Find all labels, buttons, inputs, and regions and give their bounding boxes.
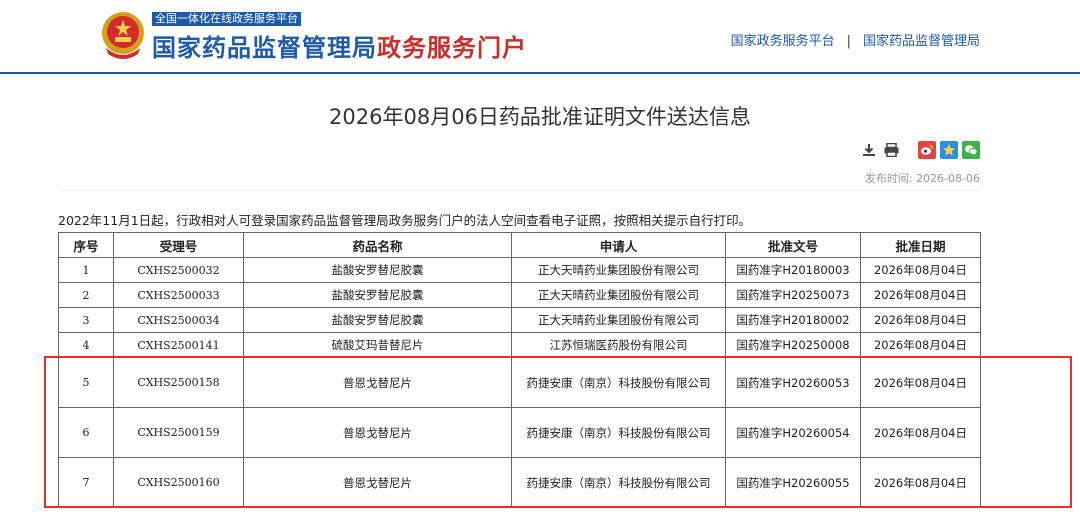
cell-approval-date: 2026年08月04日: [860, 357, 981, 408]
approval-table: 序号 受理号 药品名称 申请人 批准文号 批准日期 1 CXHS2500032 …: [58, 232, 981, 508]
table-row: 3 CXHS2500034 盐酸安罗替尼胶囊 正大天晴药业集团股份有限公司 国药…: [58, 307, 981, 333]
site-header: 全国一体化在线政务服务平台 国家药品监督管理局政务服务门户 国家政务服务平台 | 国…: [0, 0, 1080, 74]
cell-acceptance-no: CXHS2500160: [113, 457, 244, 508]
cell-acceptance-no: CXHS2500034: [113, 307, 244, 333]
cell-acceptance-no: CXHS2500158: [113, 357, 244, 408]
cell-approval-no: 国药准字H20260053: [725, 357, 861, 408]
header-applicant: 申请人: [511, 232, 726, 258]
table-row: 1 CXHS2500032 盐酸安罗替尼胶囊 正大天晴药业集团股份有限公司 国药…: [58, 257, 981, 283]
cell-approval-no: 国药准字H20260054: [725, 407, 861, 458]
cell-approval-no: 国药准字H20250073: [725, 282, 861, 308]
header-drug-name: 药品名称: [243, 232, 512, 258]
table-header-row: 序号 受理号 药品名称 申请人 批准文号 批准日期: [58, 232, 981, 258]
cell-approval-no: 国药准字H20180003: [725, 257, 861, 283]
cell-drug-name: 普恩戈替尼片: [243, 407, 512, 458]
cell-approval-no: 国药准字H20250008: [725, 332, 861, 358]
favorite-icon[interactable]: [940, 141, 958, 159]
cell-acceptance-no: CXHS2500141: [113, 332, 244, 358]
cell-index: 7: [58, 457, 114, 508]
notice-text: 2022年11月1日起，行政相对人可登录国家药品监督管理局政务服务门户的法人空间…: [58, 213, 752, 228]
cell-drug-name: 普恩戈替尼片: [243, 357, 512, 408]
table-row: 7 CXHS2500160 普恩戈替尼片 药捷安康（南京）科技股份有限公司 国药…: [58, 457, 981, 508]
cell-approval-date: 2026年08月04日: [860, 257, 981, 283]
cell-approval-no: 国药准字H20260055: [725, 457, 861, 508]
site-title-sub: 政务服务门户: [377, 34, 527, 62]
cell-applicant: 江苏恒瑞医药股份有限公司: [511, 332, 726, 358]
link-separator: |: [846, 34, 851, 49]
header-approval-no: 批准文号: [725, 232, 861, 258]
cell-index: 5: [58, 357, 114, 408]
cell-applicant: 药捷安康（南京）科技股份有限公司: [511, 357, 726, 408]
cell-drug-name: 硫酸艾玛昔替尼片: [243, 332, 512, 358]
cell-approval-date: 2026年08月04日: [860, 282, 981, 308]
cell-approval-date: 2026年08月04日: [860, 407, 981, 458]
link-gov-service-platform[interactable]: 国家政务服务平台: [731, 34, 835, 49]
cell-index: 4: [58, 332, 114, 358]
cell-acceptance-no: CXHS2500032: [113, 257, 244, 283]
cell-acceptance-no: CXHS2500033: [113, 282, 244, 308]
site-title[interactable]: 国家药品监督管理局政务服务门户: [152, 28, 527, 63]
cell-approval-date: 2026年08月04日: [860, 332, 981, 358]
article-tools: [860, 140, 980, 160]
divider: [60, 190, 980, 191]
cell-drug-name: 普恩戈替尼片: [243, 457, 512, 508]
cell-index: 3: [58, 307, 114, 333]
national-emblem-icon[interactable]: [100, 10, 146, 60]
header-acceptance-no: 受理号: [113, 232, 244, 258]
table-row: 4 CXHS2500141 硫酸艾玛昔替尼片 江苏恒瑞医药股份有限公司 国药准字…: [58, 332, 981, 358]
cell-approval-no: 国药准字H20180002: [725, 307, 861, 333]
cell-applicant: 药捷安康（南京）科技股份有限公司: [511, 407, 726, 458]
cell-applicant: 正大天晴药业集团股份有限公司: [511, 257, 726, 283]
publish-date-value: 2026-08-06: [916, 172, 980, 185]
wechat-icon[interactable]: [962, 141, 980, 159]
table-row: 5 CXHS2500158 普恩戈替尼片 药捷安康（南京）科技股份有限公司 国药…: [58, 357, 981, 408]
cell-index: 6: [58, 407, 114, 458]
page-title: 2026年08月06日药品批准证明文件送达信息: [329, 105, 751, 129]
cell-index: 2: [58, 282, 114, 308]
cell-drug-name: 盐酸安罗替尼胶囊: [243, 282, 512, 308]
cell-applicant: 正大天晴药业集团股份有限公司: [511, 282, 726, 308]
publish-date: 发布时间: 2026-08-06: [865, 170, 980, 186]
top-links: 国家政务服务平台 | 国家药品监督管理局: [731, 30, 980, 49]
cell-approval-date: 2026年08月04日: [860, 457, 981, 508]
download-icon[interactable]: [860, 141, 878, 159]
print-icon[interactable]: [882, 141, 900, 159]
cell-index: 1: [58, 257, 114, 283]
table-row: 2 CXHS2500033 盐酸安罗替尼胶囊 正大天晴药业集团股份有限公司 国药…: [58, 282, 981, 308]
cell-applicant: 正大天晴药业集团股份有限公司: [511, 307, 726, 333]
header-index: 序号: [58, 232, 114, 258]
cell-approval-date: 2026年08月04日: [860, 307, 981, 333]
site-title-main: 国家药品监督管理局: [152, 34, 377, 62]
cell-acceptance-no: CXHS2500159: [113, 407, 244, 458]
cell-applicant: 药捷安康（南京）科技股份有限公司: [511, 457, 726, 508]
cell-drug-name: 盐酸安罗替尼胶囊: [243, 307, 512, 333]
publish-date-label: 发布时间:: [864, 172, 913, 185]
table-row: 6 CXHS2500159 普恩戈替尼片 药捷安康（南京）科技股份有限公司 国药…: [58, 407, 981, 458]
platform-slogan: 全国一体化在线政务服务平台: [152, 12, 301, 26]
weibo-icon[interactable]: [918, 141, 936, 159]
header-approval-date: 批准日期: [860, 232, 981, 258]
link-nmpa[interactable]: 国家药品监督管理局: [863, 34, 980, 49]
cell-drug-name: 盐酸安罗替尼胶囊: [243, 257, 512, 283]
